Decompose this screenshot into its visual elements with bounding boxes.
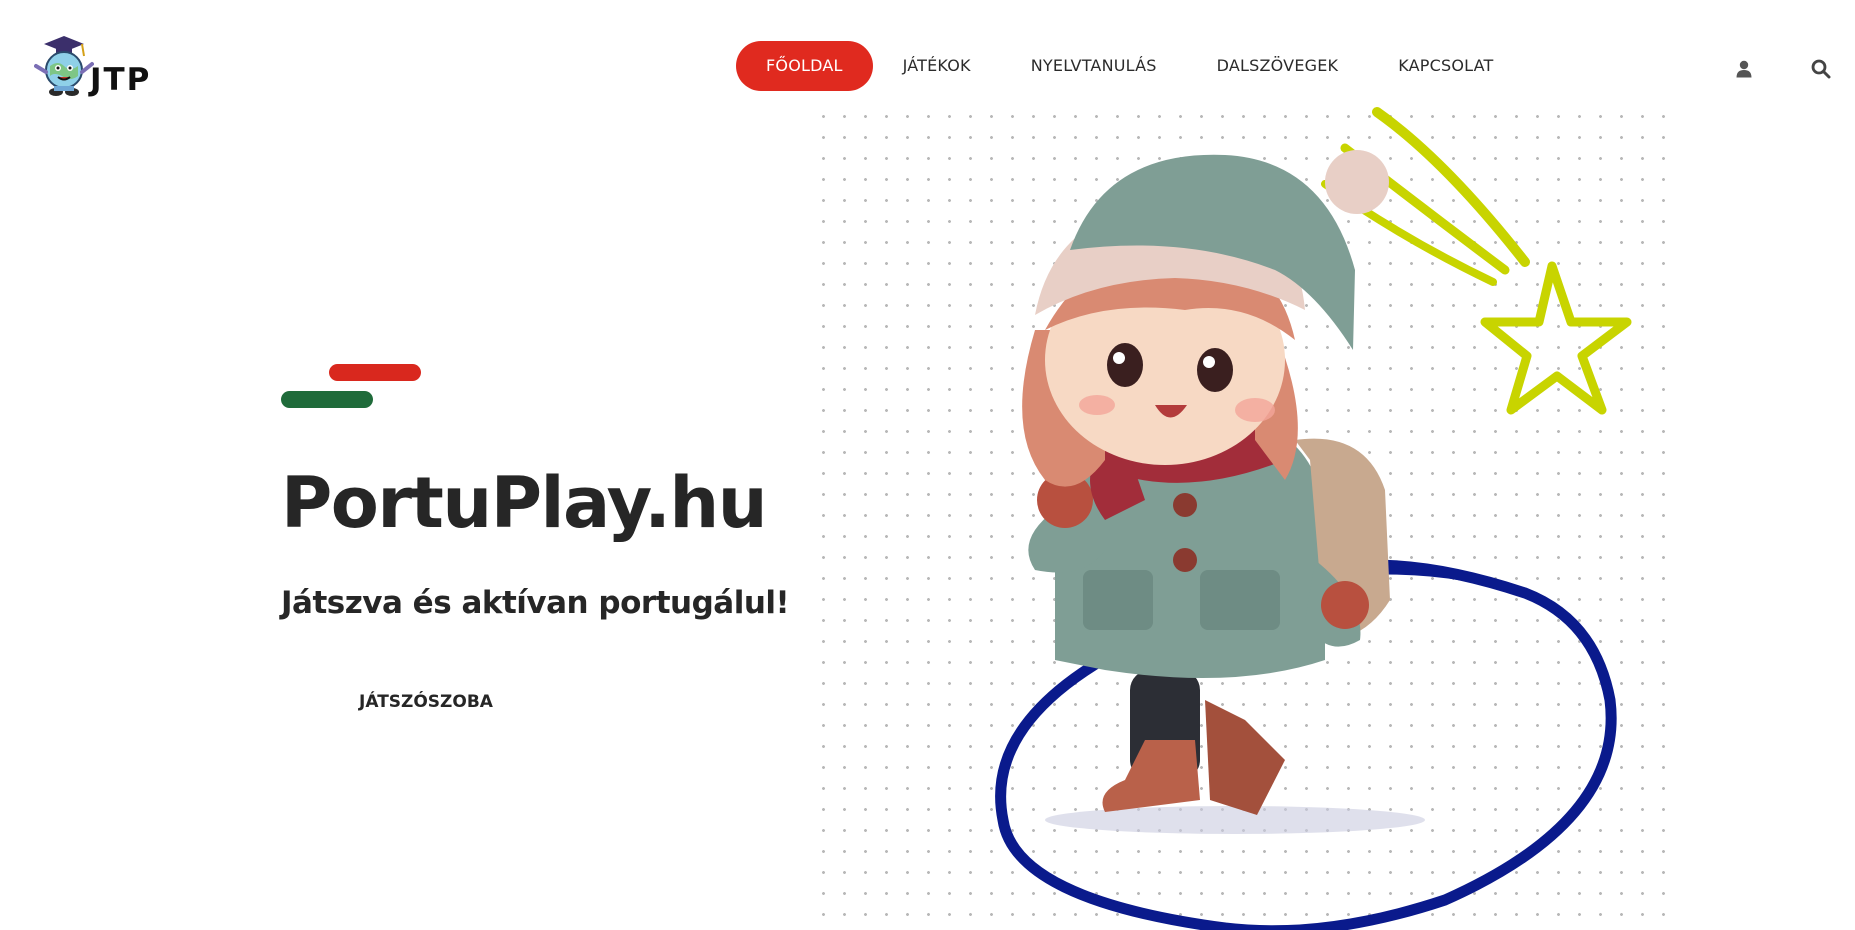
graduate-globe-mascot-icon bbox=[34, 36, 94, 96]
search-icon[interactable] bbox=[1810, 58, 1832, 80]
star-shape bbox=[1480, 261, 1632, 415]
page: JTP FŐOLDAL JÁTÉKOK NYELVTANULÁS DALSZÖV… bbox=[0, 0, 1855, 930]
jatszoszoba-button[interactable]: JÁTSZÓSZOBA bbox=[281, 680, 571, 724]
hero-subtitle: Játszva és aktívan portugálul! bbox=[281, 585, 790, 621]
user-icon[interactable] bbox=[1733, 58, 1755, 80]
flag-bars-decoration bbox=[281, 364, 421, 408]
hero-title: PortuPlay.hu bbox=[281, 462, 768, 544]
nav-item-kapcsolat[interactable]: KAPCSOLAT bbox=[1368, 41, 1523, 91]
red-bar bbox=[329, 364, 421, 381]
nav-item-jatekok[interactable]: JÁTÉKOK bbox=[873, 41, 1001, 91]
site-logo[interactable]: JTP bbox=[34, 30, 158, 100]
main-nav: FŐOLDAL JÁTÉKOK NYELVTANULÁS DALSZÖVEGEK… bbox=[736, 41, 1524, 91]
nav-item-fooldal[interactable]: FŐOLDAL bbox=[736, 41, 873, 91]
girl-winter-backpack-illustration bbox=[805, 100, 1665, 930]
nav-item-nyelvtanulas[interactable]: NYELVTANULÁS bbox=[1001, 41, 1187, 91]
nav-item-dalszovegek[interactable]: DALSZÖVEGEK bbox=[1187, 41, 1369, 91]
logo-text: JTP bbox=[90, 62, 152, 98]
green-bar bbox=[281, 391, 373, 408]
